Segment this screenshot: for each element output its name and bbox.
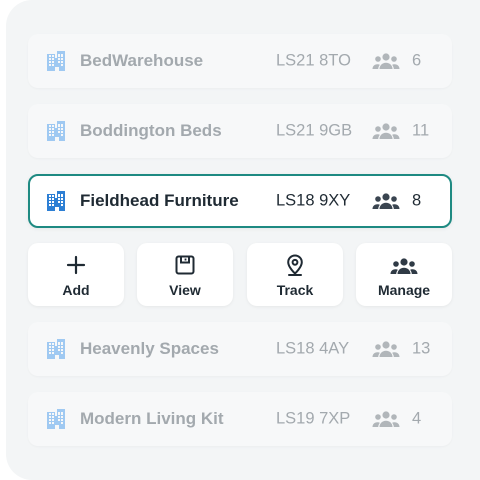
supplier-name: Fieldhead Furniture <box>80 191 239 210</box>
postcode: LS21 8TO <box>276 51 351 70</box>
postcode: LS19 7XP <box>276 409 351 428</box>
building-icon <box>45 50 67 72</box>
building-icon <box>45 338 67 360</box>
member-count: 13 <box>412 339 431 358</box>
location-pin-icon <box>283 253 307 277</box>
track-label: Track <box>276 282 314 298</box>
people-icon <box>372 340 400 358</box>
view-label: View <box>169 282 201 298</box>
postcode: LS18 9XY <box>276 191 351 210</box>
member-count: 11 <box>412 121 430 140</box>
add-label: Add <box>62 282 90 298</box>
plus-icon <box>64 253 88 277</box>
postcode: LS21 9GB <box>276 121 353 140</box>
member-count: 6 <box>412 51 422 70</box>
building-icon <box>45 408 67 430</box>
supplier-name: Boddington Beds <box>80 121 222 140</box>
list-item-fieldhead-furniture-selected[interactable]: Fieldhead Furniture LS18 9XY 8 <box>28 174 452 228</box>
view-button[interactable]: View <box>137 243 233 306</box>
track-button[interactable]: Track <box>247 243 343 306</box>
list-item-bedwarehouse[interactable]: BedWarehouse LS21 8TO 6 <box>28 34 452 88</box>
supplier-name: Heavenly Spaces <box>80 339 219 358</box>
people-icon <box>372 192 400 210</box>
list-item-modern-living-kit[interactable]: Modern Living Kit LS19 7XP 4 <box>28 392 452 446</box>
add-button[interactable]: Add <box>28 243 124 306</box>
building-icon <box>45 120 67 142</box>
manage-label: Manage <box>377 282 431 298</box>
member-count: 4 <box>412 409 422 428</box>
list-item-heavenly-spaces[interactable]: Heavenly Spaces LS18 4AY 13 <box>28 322 452 376</box>
list-item-boddington-beds[interactable]: Boddington Beds LS21 9GB 11 <box>28 104 452 158</box>
supplier-name: Modern Living Kit <box>80 409 224 428</box>
building-icon <box>45 190 67 212</box>
member-count: 8 <box>412 191 422 210</box>
postcode: LS18 4AY <box>276 339 350 358</box>
people-icon <box>372 122 400 140</box>
manage-button[interactable]: Manage <box>356 243 452 306</box>
people-icon <box>372 52 400 70</box>
supplier-name: BedWarehouse <box>80 51 204 70</box>
people-icon <box>390 257 418 275</box>
save-icon <box>173 253 197 277</box>
people-icon <box>372 410 400 428</box>
